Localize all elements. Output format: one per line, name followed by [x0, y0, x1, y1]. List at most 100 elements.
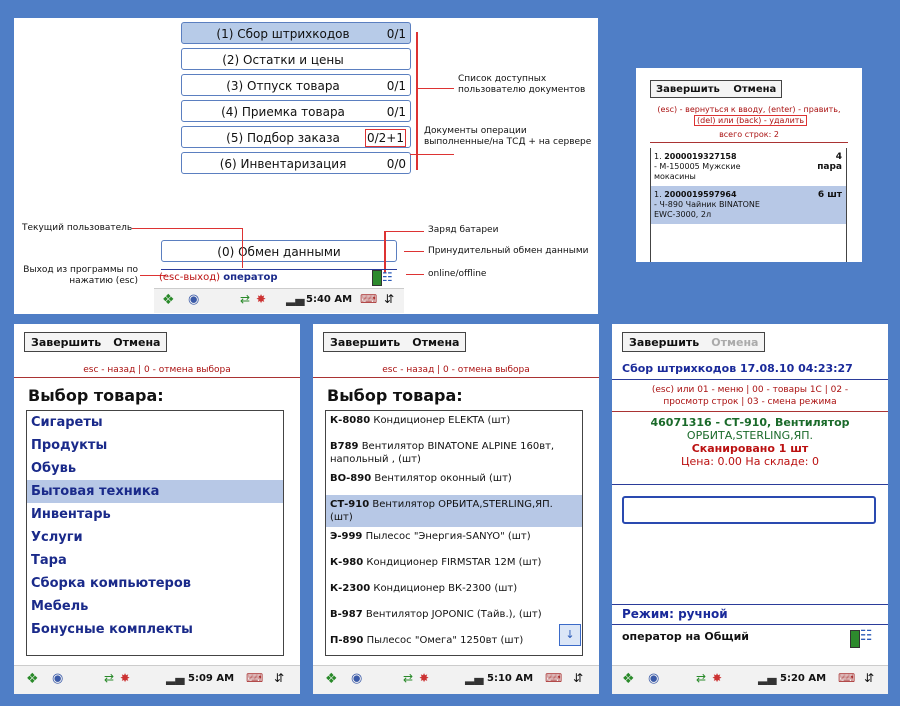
- document-button[interactable]: (5) Подбор заказа 0/2+1: [181, 126, 411, 148]
- finish-button[interactable]: Завершить: [330, 336, 400, 349]
- online-status-icon[interactable]: ☷: [382, 270, 393, 284]
- scroll-down-button[interactable]: ↓: [559, 624, 581, 646]
- taskbar: ❖ ◉ ⇄ ✸ ▂▄ 5:10 AM ⌨ ⇵: [313, 665, 599, 694]
- windows-start-icon[interactable]: ❖: [162, 292, 175, 308]
- windows-start-icon[interactable]: ❖: [325, 671, 338, 687]
- category-list[interactable]: Сигареты Продукты Обувь Бытовая техника Инве…: [26, 410, 284, 656]
- online-status-icon[interactable]: ☷: [860, 628, 873, 644]
- finish-button[interactable]: Завершить: [31, 336, 101, 349]
- connection-icon[interactable]: ◉: [351, 671, 362, 686]
- list-item[interactable]: Бонусные комплекты: [27, 618, 283, 641]
- rows-hint-2: (del) или (back) - удалить: [694, 115, 808, 126]
- keyboard-icon[interactable]: ⌨: [246, 671, 263, 685]
- keyboard-icon[interactable]: ⌨: [838, 671, 855, 685]
- annotation-forced-exchange: Принудительный обмен данными: [428, 246, 589, 256]
- list-item[interactable]: К-8080 Кондиционер ELEKTA (шт): [326, 411, 582, 437]
- command-bar: Завершить Отмена: [24, 332, 168, 352]
- signal-icon[interactable]: ▂▄: [166, 671, 184, 685]
- document-button[interactable]: (4) Приемка товара 0/1: [181, 100, 411, 122]
- barcode-input[interactable]: [622, 496, 876, 524]
- annotation-current-user: Текущий пользователь: [22, 223, 133, 233]
- list-item[interactable]: Продукты: [27, 434, 283, 457]
- sync-icon[interactable]: ⇄: [104, 671, 114, 685]
- windows-start-icon[interactable]: ❖: [622, 671, 635, 687]
- list-item[interactable]: Тара: [27, 549, 283, 572]
- signal-icon[interactable]: ▂▄: [758, 671, 776, 685]
- list-item[interactable]: Сборка компьютеров: [27, 572, 283, 595]
- clock[interactable]: 5:10 AM: [487, 673, 533, 684]
- menu-arrow-icon[interactable]: ⇵: [384, 292, 394, 306]
- menu-hint-2: просмотр строк | 03 - смена режима: [663, 397, 837, 407]
- sync-icon[interactable]: ⇄: [696, 671, 706, 685]
- keyboard-icon[interactable]: ⌨: [545, 671, 562, 685]
- list-item[interactable]: К-980 Кондиционер FIRMSTAR 12M (шт): [326, 553, 582, 579]
- command-bar: Завершить Отмена: [622, 332, 766, 352]
- finish-button[interactable]: Завершить: [629, 336, 699, 349]
- annotation-docs-list: Список доступных пользователю документов: [458, 74, 586, 95]
- list-item[interactable]: К-2300 Кондиционер ВК-2300 (шт): [326, 579, 582, 605]
- exchange-data-button[interactable]: (0) Обмен данными: [161, 240, 397, 262]
- menu-arrow-icon[interactable]: ⇵: [274, 671, 284, 685]
- notify-icon[interactable]: ✸: [256, 292, 266, 306]
- list-item[interactable]: П-890 Пылесос "Омега" 1250вт (шт): [326, 631, 582, 655]
- signal-icon[interactable]: ▂▄: [465, 671, 483, 685]
- mode-label[interactable]: Режим: ручной: [622, 607, 728, 621]
- product-code: В-987: [330, 609, 363, 620]
- cancel-button[interactable]: Отмена: [113, 336, 160, 349]
- list-item[interactable]: Обувь: [27, 457, 283, 480]
- exit-hint[interactable]: (esc-выход): [159, 272, 220, 283]
- menu-arrow-icon[interactable]: ⇵: [864, 671, 874, 685]
- list-item[interactable]: ВО-890 Вентилятор оконный (шт): [326, 469, 582, 495]
- product-list[interactable]: К-8080 Кондиционер ELEKTA (шт) B789 Венти…: [325, 410, 583, 656]
- document-button[interactable]: (2) Остатки и цены: [181, 48, 411, 70]
- connection-icon[interactable]: ◉: [648, 671, 659, 686]
- product-code: Э-999: [330, 531, 363, 542]
- connection-icon[interactable]: ◉: [188, 292, 199, 307]
- product-select-panel: Завершить Отмена esc - назад | 0 - отмена…: [313, 324, 599, 694]
- scanned-count: Сканировано 1 шт: [691, 442, 809, 455]
- document-count: 0/0: [386, 157, 406, 171]
- product-code: B789: [330, 441, 359, 452]
- connection-icon[interactable]: ◉: [52, 671, 63, 686]
- notify-icon[interactable]: ✸: [419, 671, 429, 685]
- product-name: Пылесос "Омега" 1250вт (шт): [366, 635, 524, 646]
- document-button[interactable]: (3) Отпуск товара 0/1: [181, 74, 411, 96]
- signal-icon[interactable]: ▂▄: [286, 292, 304, 306]
- document-button[interactable]: (1) Сбор штрихкодов 0/1: [181, 22, 411, 44]
- list-item[interactable]: Инвентарь: [27, 503, 283, 526]
- notify-icon[interactable]: ✸: [120, 671, 130, 685]
- cancel-button[interactable]: Отмена: [412, 336, 459, 349]
- row-number: 1.: [654, 190, 662, 199]
- row-barcode: 2000019597964: [664, 190, 737, 199]
- windows-start-icon[interactable]: ❖: [26, 671, 39, 687]
- product-name: Кондиционер ELEKTA (шт): [373, 415, 511, 426]
- barcode-scan-panel: Завершить Отмена Сбор штрихкодов 17.08.10…: [612, 324, 888, 694]
- cancel-button[interactable]: Отмена: [733, 84, 776, 95]
- scan-product-line2: ОРБИТА,STERLING,ЯП.: [686, 429, 814, 442]
- clock[interactable]: 5:40 AM: [306, 294, 352, 305]
- list-item[interactable]: 1. 2000019327158 - М-150005 Мужские мока…: [650, 148, 846, 186]
- list-item[interactable]: Э-999 Пылесос "Энергия-SANYO" (шт): [326, 527, 582, 553]
- clock[interactable]: 5:20 AM: [780, 673, 826, 684]
- user-warehouse: оператор на Общий: [622, 630, 750, 643]
- list-item[interactable]: СТ-910 Вентилятор ОРБИТА,STERLING,ЯП. (ш…: [326, 495, 582, 527]
- document-label: (5) Подбор заказа: [226, 131, 340, 145]
- list-item[interactable]: Сигареты: [27, 411, 283, 434]
- list-item[interactable]: Услуги: [27, 526, 283, 549]
- notify-icon[interactable]: ✸: [712, 671, 722, 685]
- finish-button[interactable]: Завершить: [656, 84, 720, 95]
- sync-icon[interactable]: ⇄: [403, 671, 413, 685]
- document-count: 0/1: [386, 105, 406, 119]
- menu-arrow-icon[interactable]: ⇵: [573, 671, 583, 685]
- list-item[interactable]: Бытовая техника: [27, 480, 283, 503]
- list-item[interactable]: В-987 Вентилятор JOPONIC (Тайв.), (шт): [326, 605, 582, 631]
- cancel-button[interactable]: Отмена: [711, 336, 758, 349]
- clock[interactable]: 5:09 AM: [188, 673, 234, 684]
- document-button[interactable]: (6) Инвентаризация 0/0: [181, 152, 411, 174]
- document-label: (6) Инвентаризация: [219, 157, 347, 171]
- list-item[interactable]: B789 Вентилятор BINATONE ALPINE 160вт, н…: [326, 437, 582, 469]
- list-item[interactable]: Мебель: [27, 595, 283, 618]
- list-item[interactable]: 1. 2000019597964 - Ч-890 Чайник BINATONE…: [650, 186, 846, 224]
- sync-icon[interactable]: ⇄: [240, 292, 250, 306]
- keyboard-icon[interactable]: ⌨: [360, 292, 377, 306]
